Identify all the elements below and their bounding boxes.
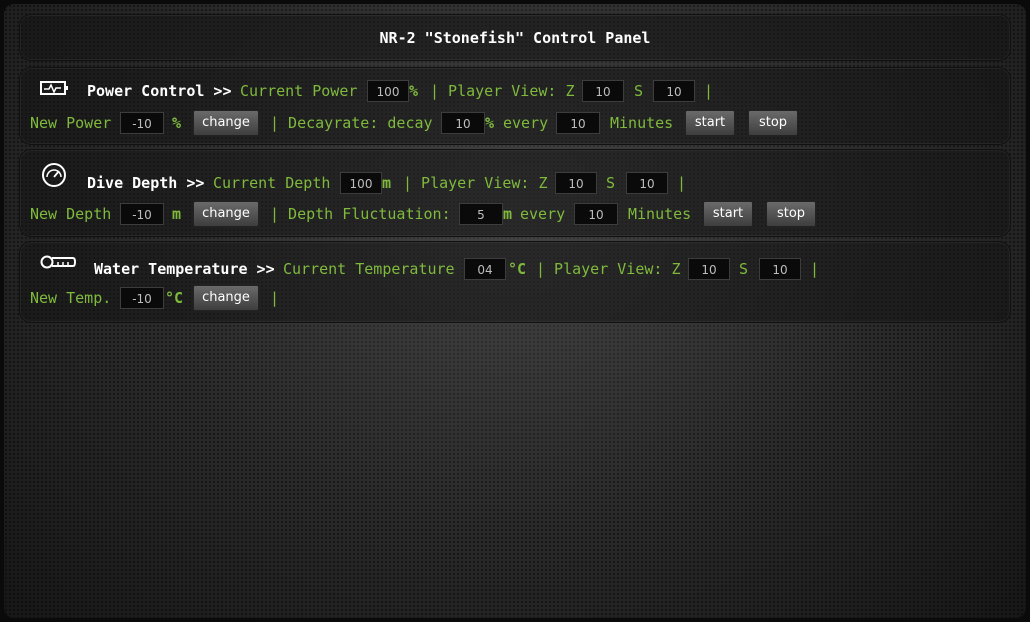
- decay-unit: %: [485, 114, 495, 132]
- current-power-label: Current Power: [240, 82, 358, 100]
- depth-fluctuation-label: | Depth Fluctuation:: [270, 205, 451, 223]
- current-temperature-label: Current Temperature: [283, 260, 455, 278]
- power-z-input[interactable]: 10: [582, 80, 624, 102]
- current-depth-label: Current Depth: [213, 174, 331, 192]
- current-temperature-value: 04: [464, 258, 506, 280]
- temp-pipe-2: |: [270, 289, 280, 307]
- depth-player-view-label: | Player View: Z: [403, 174, 548, 192]
- current-temperature-unit: °C: [508, 260, 527, 278]
- depth-start-button[interactable]: start: [703, 201, 753, 227]
- temperature-header: Water Temperature >>: [94, 260, 275, 278]
- new-temp-input[interactable]: -10: [120, 287, 164, 309]
- power-stop-button[interactable]: stop: [748, 110, 798, 136]
- depth-z-input[interactable]: 10: [555, 172, 597, 194]
- new-power-input[interactable]: -10: [120, 112, 164, 134]
- new-power-label: New Power: [30, 114, 112, 132]
- fluctuation-unit: m: [503, 205, 513, 223]
- depth-minutes-label: Minutes: [628, 205, 692, 223]
- depth-stop-button[interactable]: stop: [766, 201, 816, 227]
- new-depth-label: New Depth: [30, 205, 112, 223]
- depth-pipe: |: [677, 174, 687, 192]
- power-player-view-label: | Player View: Z: [430, 82, 575, 100]
- new-temp-label: New Temp.: [30, 289, 112, 307]
- temp-s-input[interactable]: 10: [759, 258, 801, 280]
- depth-s-input[interactable]: 10: [626, 172, 668, 194]
- title-bar: NR-2 "Stonefish" Control Panel: [19, 14, 1011, 61]
- control-panel-frame: NR-2 "Stonefish" Control Panel Power Con…: [4, 4, 1026, 618]
- depth-every-input[interactable]: 10: [574, 203, 618, 225]
- water-temperature-section: Water Temperature >> Current Temperature…: [19, 241, 1011, 323]
- new-temp-unit: °C: [165, 289, 184, 307]
- depth-change-button[interactable]: change: [193, 201, 259, 227]
- current-power-unit: %: [409, 82, 419, 100]
- power-pipe: |: [704, 82, 714, 100]
- fluctuation-input[interactable]: 5: [459, 203, 503, 225]
- power-change-button[interactable]: change: [193, 110, 259, 136]
- power-s-input[interactable]: 10: [653, 80, 695, 102]
- dive-depth-section: Dive Depth >> Current Depth 100 m | Play…: [19, 149, 1011, 237]
- current-depth-unit: m: [382, 174, 392, 192]
- depth-s-label: S: [606, 174, 616, 192]
- current-depth-value: 100: [340, 172, 382, 194]
- decayrate-label: | Decayrate: decay: [270, 114, 433, 132]
- new-depth-input[interactable]: -10: [120, 203, 164, 225]
- power-header: Power Control >>: [87, 82, 232, 100]
- power-every-input[interactable]: 10: [556, 112, 600, 134]
- temp-z-input[interactable]: 10: [688, 258, 730, 280]
- power-start-button[interactable]: start: [685, 110, 735, 136]
- current-power-value: 100: [367, 80, 409, 102]
- power-s-label: S: [634, 82, 644, 100]
- new-depth-unit: m: [172, 205, 182, 223]
- temp-player-view-label: | Player View: Z: [536, 260, 681, 278]
- temp-pipe: |: [810, 260, 820, 278]
- power-control-section: Power Control >> Current Power 100 % | P…: [19, 67, 1011, 145]
- depth-every-label: every: [520, 205, 566, 223]
- temp-change-button[interactable]: change: [193, 285, 259, 311]
- new-power-unit: %: [172, 114, 182, 132]
- temp-s-label: S: [739, 260, 749, 278]
- power-minutes-label: Minutes: [610, 114, 674, 132]
- power-every-label: every: [503, 114, 549, 132]
- page-title: NR-2 "Stonefish" Control Panel: [379, 29, 651, 47]
- depth-header: Dive Depth >>: [87, 174, 205, 192]
- decay-input[interactable]: 10: [441, 112, 485, 134]
